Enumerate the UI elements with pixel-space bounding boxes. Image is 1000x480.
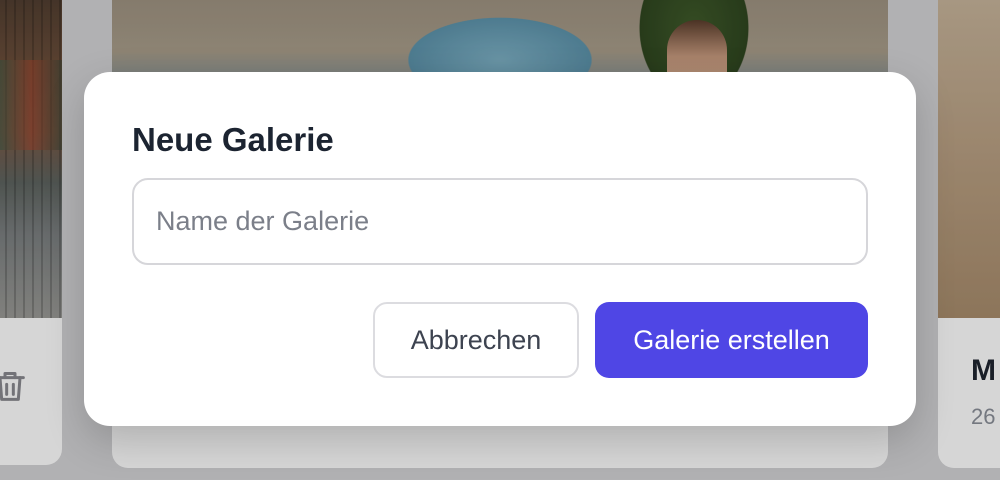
cancel-button[interactable]: Abbrechen — [373, 302, 579, 378]
gallery-name-input[interactable] — [132, 178, 868, 265]
create-gallery-button[interactable]: Galerie erstellen — [595, 302, 868, 378]
gallery-page: M 26 Neue Galerie Abbrechen Galerie erst… — [0, 0, 1000, 480]
dialog-title: Neue Galerie — [132, 121, 334, 158]
new-gallery-dialog: Neue Galerie Abbrechen Galerie erstellen — [84, 72, 916, 426]
